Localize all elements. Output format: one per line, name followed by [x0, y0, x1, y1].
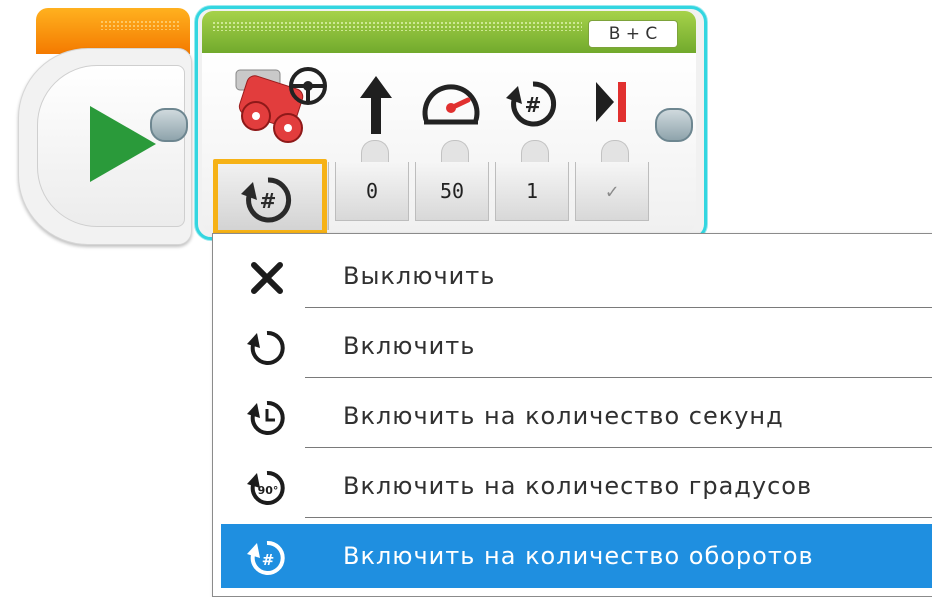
menu-item-label: Включить на количество оборотов — [343, 542, 814, 570]
mode-selector-highlight — [213, 159, 327, 235]
menu-divider — [305, 307, 932, 308]
degrees-90-icon: 90° — [247, 470, 285, 505]
menu-item-label: Включить на количество секунд — [343, 402, 784, 430]
svg-text:#: # — [262, 551, 275, 569]
sequence-plug-out[interactable] — [150, 108, 188, 142]
rotations-icon: # — [247, 540, 285, 575]
sequence-plug-out-right[interactable] — [655, 108, 693, 142]
brake-at-end-toggle[interactable]: ✓ — [575, 162, 649, 221]
steering-input[interactable]: 0 — [335, 162, 409, 221]
menu-item-label: Включить — [343, 332, 476, 360]
motor-block-header: B + C — [202, 11, 696, 55]
menu-divider — [305, 447, 932, 448]
menu-item-off[interactable]: Выключить — [221, 244, 932, 308]
seconds-timer-icon — [247, 400, 285, 435]
motor-block-texture — [212, 21, 582, 31]
start-block-body — [18, 48, 192, 245]
rotate-on-icon — [247, 330, 285, 365]
menu-item-label: Включить на количество градусов — [343, 472, 813, 500]
power-input[interactable]: 50 — [415, 162, 489, 221]
menu-item-on[interactable]: Включить — [221, 314, 932, 378]
menu-divider — [305, 517, 932, 518]
steering-motors-icon — [235, 67, 327, 143]
speedometer-icon — [422, 84, 480, 125]
svg-text:#: # — [525, 93, 542, 117]
start-block-face — [37, 65, 185, 227]
menu-divider — [305, 377, 932, 378]
play-icon[interactable] — [90, 106, 156, 182]
port-selector[interactable]: B + C — [588, 20, 678, 48]
power-arrow-icon — [360, 76, 392, 134]
brake-at-end-icon — [596, 82, 626, 122]
menu-item-on-for-seconds[interactable]: Включить на количество секунд — [221, 384, 932, 448]
rotations-icon: # — [506, 81, 557, 127]
menu-item-label: Выключить — [343, 262, 496, 290]
close-x-icon — [251, 262, 283, 294]
svg-text:90°: 90° — [258, 484, 279, 497]
start-block-texture — [100, 20, 180, 30]
menu-item-on-for-rotations[interactable]: # Включить на количество оборотов — [221, 524, 932, 588]
rotations-input[interactable]: 1 — [495, 162, 569, 221]
menu-item-on-for-degrees[interactable]: 90° Включить на количество градусов — [221, 454, 932, 518]
mode-dropdown-menu: Выключить Включить Включить на количеств… — [212, 233, 932, 597]
